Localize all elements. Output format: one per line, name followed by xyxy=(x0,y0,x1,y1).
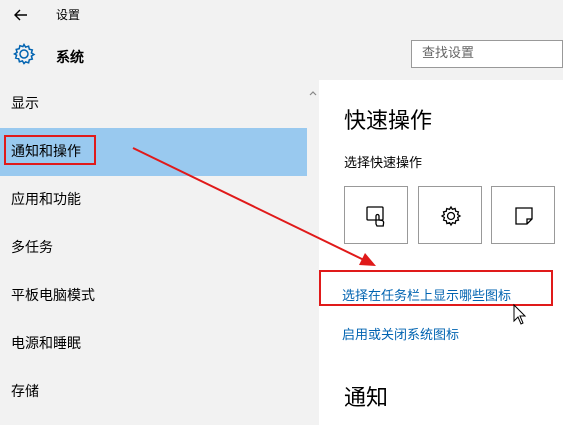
cursor-icon xyxy=(513,303,527,325)
annotation-arrow xyxy=(132,147,527,325)
